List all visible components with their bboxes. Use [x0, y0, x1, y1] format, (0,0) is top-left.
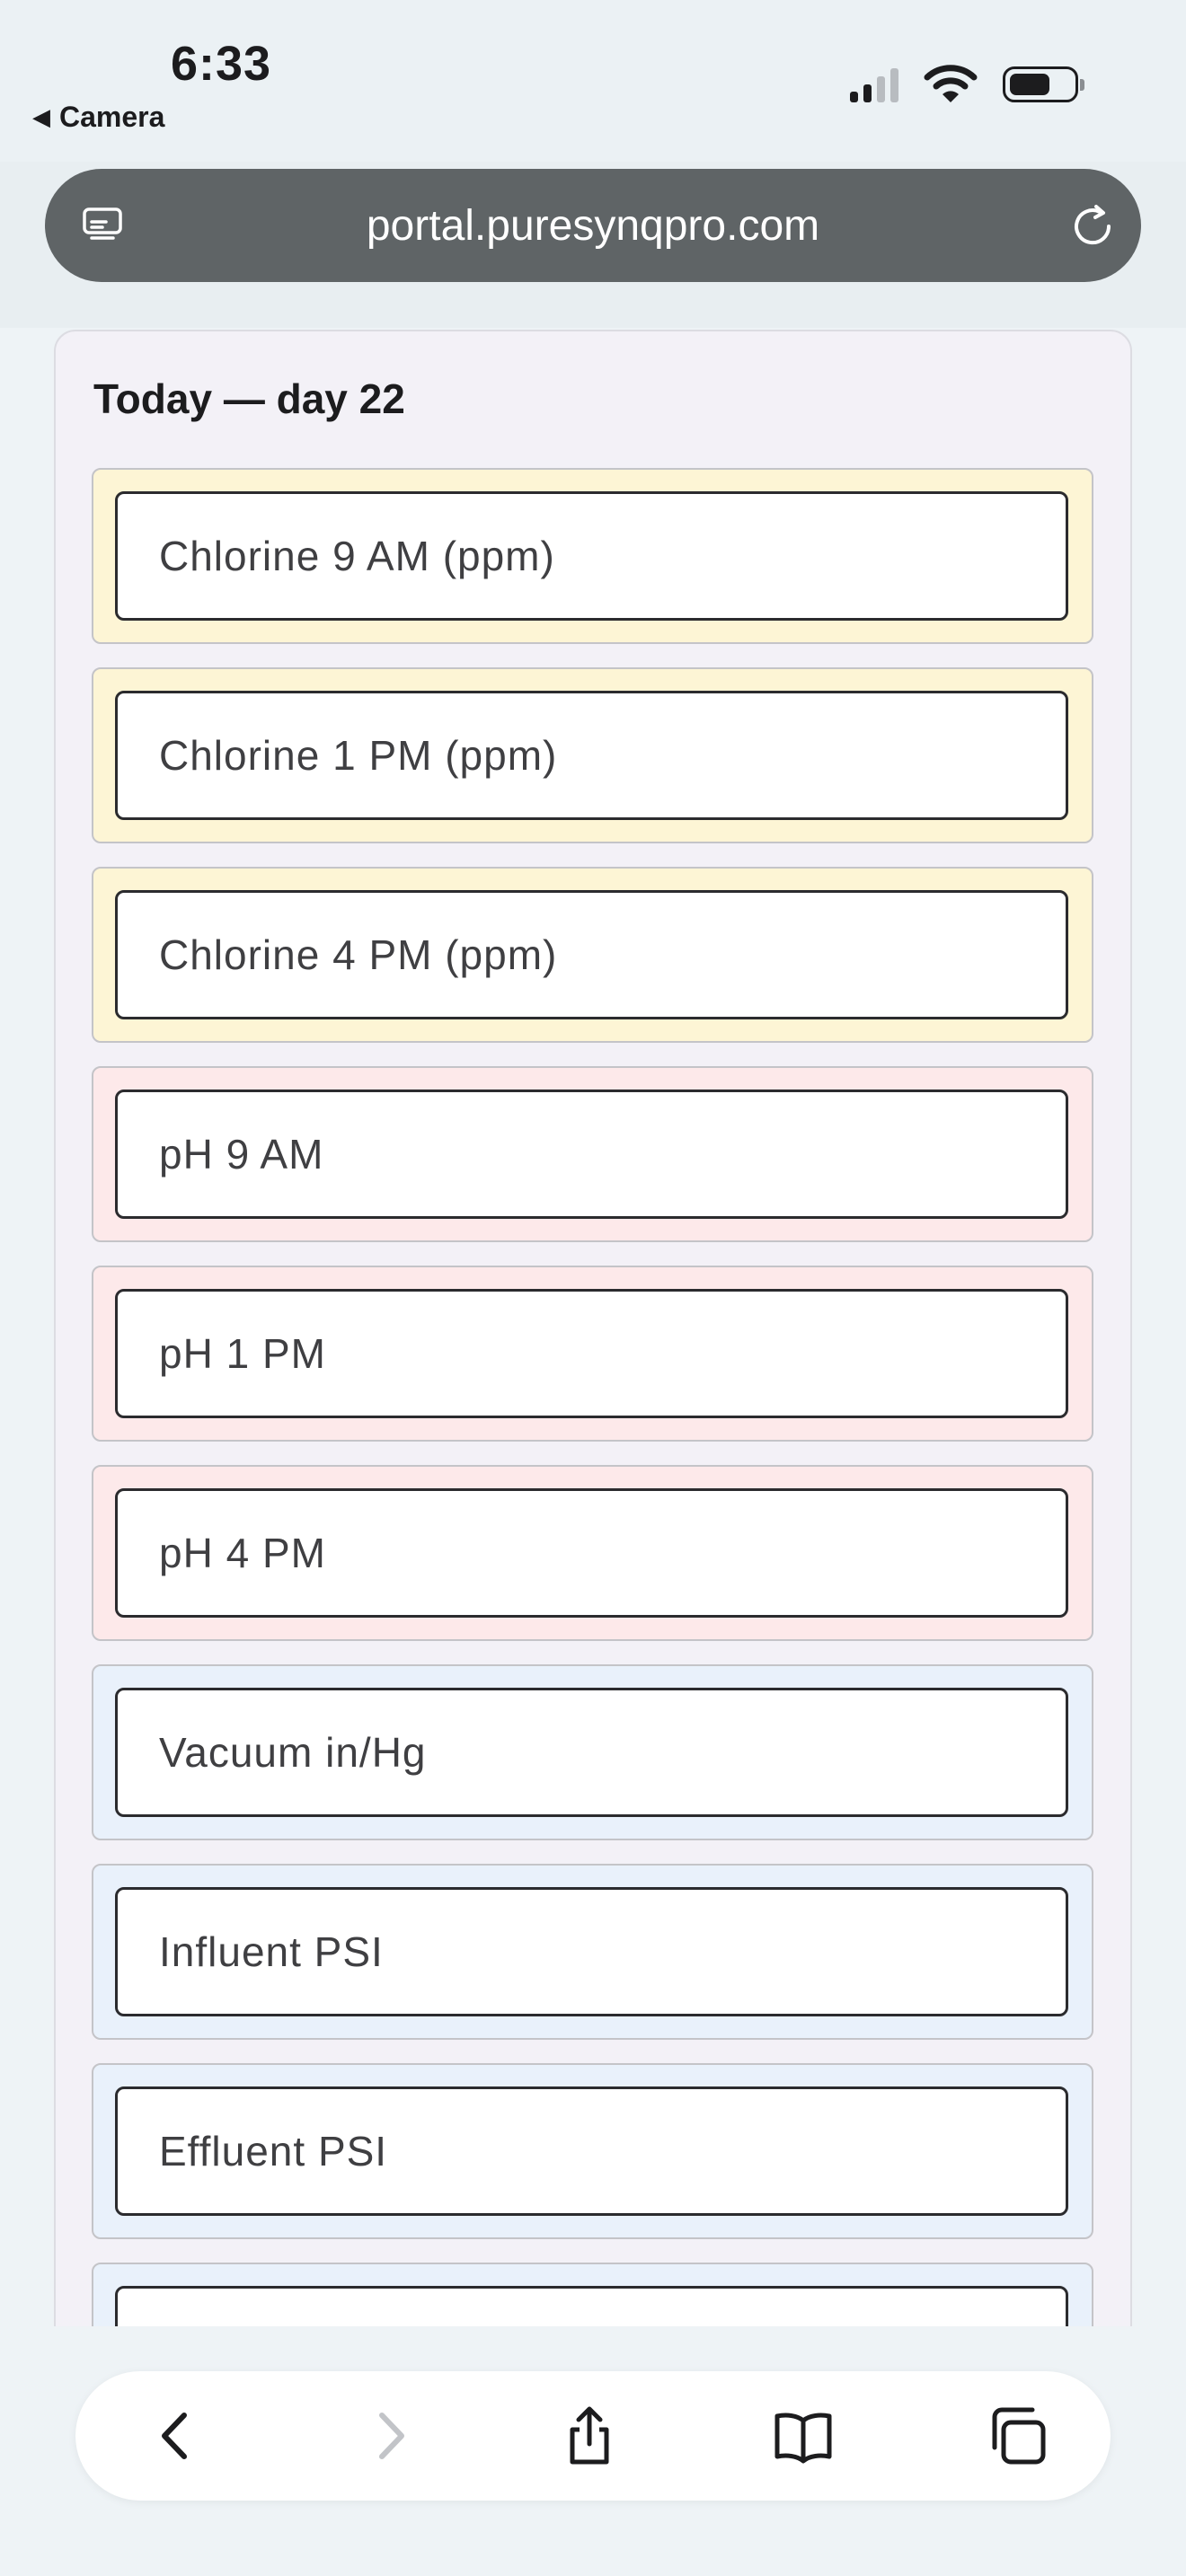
bookmarks-button[interactable] — [745, 2371, 862, 2501]
page-viewport[interactable]: Today — day 22 — [0, 328, 1186, 2326]
influent-psi-input[interactable] — [115, 1887, 1068, 2016]
ph-4pm-input[interactable] — [115, 1488, 1068, 1618]
back-app-label: Camera — [59, 101, 165, 133]
influent-psi-group — [92, 1864, 1093, 2040]
effluent-psi-input[interactable] — [115, 2086, 1068, 2216]
status-bar: 6:33 ◀ Camera — [0, 0, 1186, 162]
battery-icon — [1003, 66, 1084, 102]
reload-icon[interactable] — [1069, 203, 1116, 250]
chlorine-4pm-group — [92, 867, 1093, 1043]
chlorine-1pm-group — [92, 667, 1093, 843]
chlorine-4pm-input[interactable] — [115, 890, 1068, 1019]
field-list — [92, 468, 1093, 2326]
back-triangle-icon: ◀ — [32, 103, 50, 130]
wifi-icon — [924, 65, 978, 102]
share-button[interactable] — [531, 2371, 648, 2501]
share-icon — [570, 2406, 609, 2465]
browser-address-area: portal.puresynqpro.com — [0, 162, 1186, 328]
tabs-icon — [992, 2407, 1046, 2465]
next-field-group — [92, 2263, 1093, 2326]
system-icons — [850, 65, 1084, 104]
ph-1pm-group — [92, 1266, 1093, 1442]
back-button[interactable] — [118, 2371, 235, 2501]
bookmarks-icon — [774, 2413, 832, 2464]
chlorine-9am-group — [92, 468, 1093, 644]
ph-9am-input[interactable] — [115, 1090, 1068, 1219]
ph-9am-group — [92, 1066, 1093, 1242]
tabs-button[interactable] — [960, 2371, 1077, 2501]
url-text[interactable]: portal.puresynqpro.com — [367, 201, 819, 251]
forward-button[interactable] — [332, 2371, 448, 2501]
back-to-app-link[interactable]: ◀ Camera — [32, 101, 164, 134]
browser-toolbar — [75, 2371, 1111, 2501]
vacuum-input[interactable] — [115, 1688, 1068, 1817]
daily-log-card: Today — day 22 — [54, 330, 1132, 2326]
vacuum-group — [92, 1664, 1093, 1840]
signal-icon — [850, 66, 898, 102]
address-bar[interactable]: portal.puresynqpro.com — [45, 169, 1141, 282]
status-time: 6:33 — [171, 37, 272, 91]
ph-1pm-input[interactable] — [115, 1289, 1068, 1418]
browser-toolbar-area — [0, 2326, 1186, 2576]
page-menu-icon[interactable] — [83, 207, 122, 243]
card-title: Today — day 22 — [93, 375, 405, 422]
next-field-input[interactable] — [115, 2286, 1068, 2326]
ph-4pm-group — [92, 1465, 1093, 1641]
forward-icon — [379, 2413, 404, 2459]
chlorine-9am-input[interactable] — [115, 491, 1068, 621]
back-icon — [162, 2413, 187, 2459]
effluent-psi-group — [92, 2063, 1093, 2239]
chlorine-1pm-input[interactable] — [115, 691, 1068, 820]
